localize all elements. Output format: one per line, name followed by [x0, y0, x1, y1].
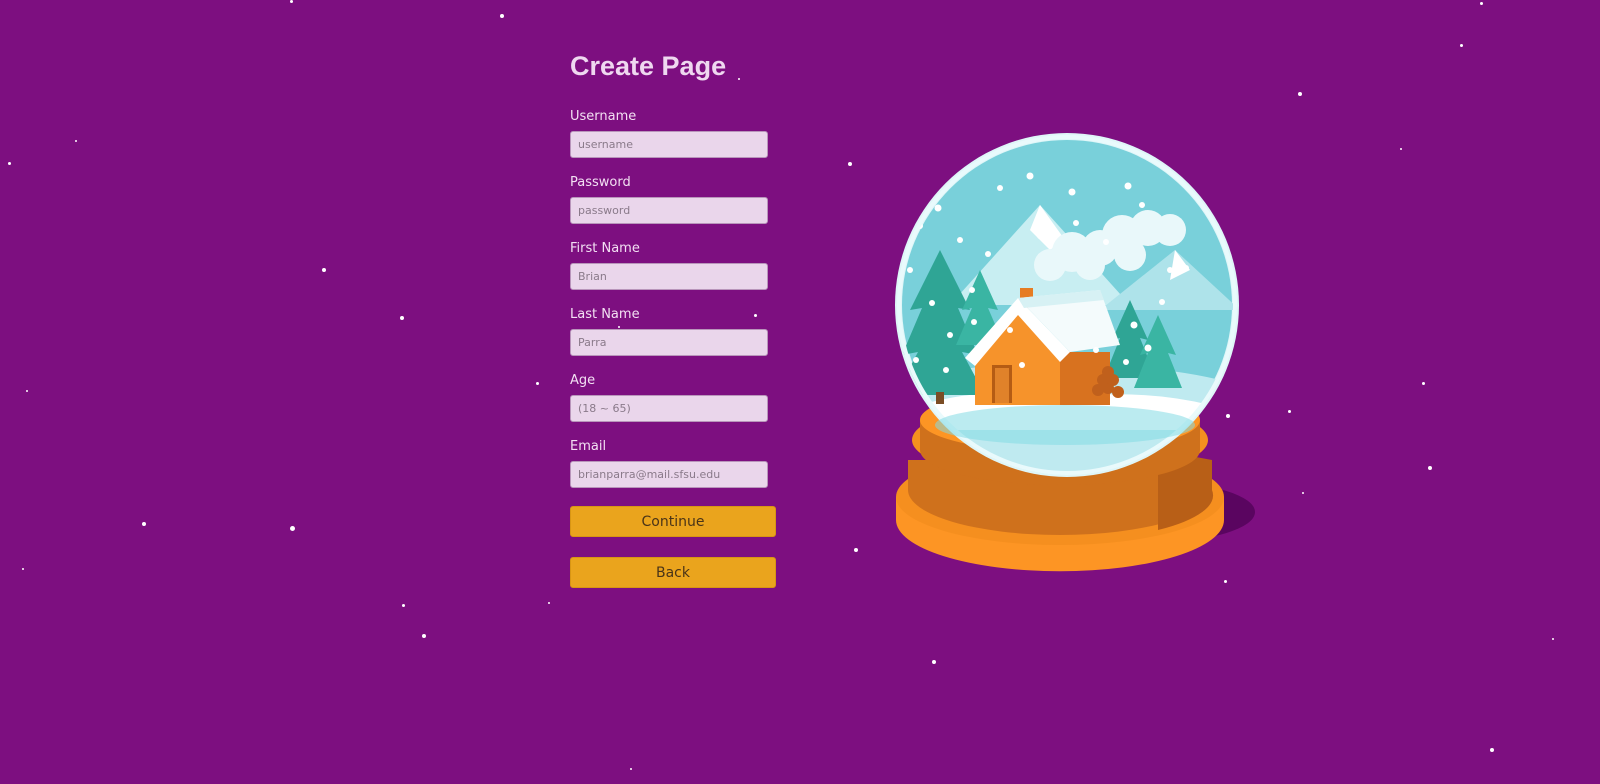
page-title: Create Page: [570, 51, 727, 81]
snowflake-dot: [854, 548, 858, 552]
snowflake-dot: [1400, 148, 1402, 150]
snowflake-dot: [1490, 748, 1494, 752]
snowflake-dot: [400, 316, 404, 320]
email-input[interactable]: [570, 461, 768, 488]
first-name-input[interactable]: [570, 263, 768, 290]
snowflake-dot: [26, 390, 28, 392]
snowflake-dot: [1422, 382, 1425, 385]
snowflake-dot: [290, 526, 295, 531]
create-form: Create Page Username Password First Name…: [570, 46, 800, 588]
snowflake-dot: [322, 268, 326, 272]
username-label: Username: [570, 109, 637, 124]
snowflake-dot: [1288, 410, 1291, 413]
continue-button[interactable]: Continue: [570, 506, 776, 537]
last-name-label: Last Name: [570, 307, 640, 322]
back-button[interactable]: Back: [570, 557, 776, 588]
snowflake-dot: [422, 634, 426, 638]
last-name-field: Last Name: [570, 306, 800, 372]
age-input[interactable]: [570, 395, 768, 422]
snowflake-dot: [630, 768, 632, 770]
snowflake-dot: [402, 604, 405, 607]
snowflake-dot: [75, 140, 77, 142]
snowflake-dot: [22, 568, 24, 570]
snowflake-dot: [1302, 492, 1304, 494]
age-field: Age: [570, 372, 800, 438]
password-field: Password: [570, 174, 800, 240]
snow-globe-cabin-icon: [895, 133, 1255, 572]
snowflake-dot: [1298, 92, 1302, 96]
email-label: Email: [570, 439, 607, 454]
first-name-label: First Name: [570, 241, 640, 256]
password-input[interactable]: [570, 197, 768, 224]
page: Create Page Username Password First Name…: [0, 0, 1600, 784]
email-field: Email: [570, 438, 800, 488]
age-label: Age: [570, 373, 596, 388]
snowflake-dot: [142, 522, 146, 526]
username-field: Username: [570, 108, 800, 174]
snowflake-dot: [290, 0, 293, 3]
snowflake-dot: [848, 162, 852, 166]
last-name-input[interactable]: [570, 329, 768, 356]
snowflake-dot: [1552, 638, 1554, 640]
first-name-field: First Name: [570, 240, 800, 306]
snowflake-dot: [1460, 44, 1463, 47]
snowflake-dot: [500, 14, 504, 18]
snowflake-dot: [8, 162, 11, 165]
snowflake-dot: [1428, 466, 1432, 470]
snowflake-dot: [1480, 2, 1483, 5]
password-label: Password: [570, 175, 631, 190]
snowflake-dot: [548, 602, 550, 604]
snowflake-dot: [536, 382, 539, 385]
snowflake-dot: [932, 660, 936, 664]
username-input[interactable]: [570, 131, 768, 158]
